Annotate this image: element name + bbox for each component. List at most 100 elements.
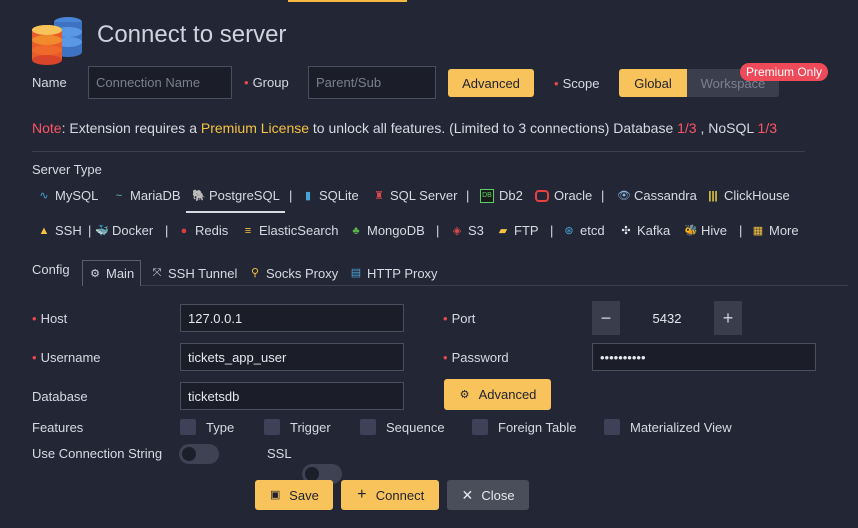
sqlite-icon: ▮ [304,189,312,202]
server-type-sqlite[interactable]: ▮ SQLite [302,188,359,203]
tab-separator: | [550,223,554,238]
plus-icon: + [357,486,367,503]
kafka-icon: ✣ [621,224,631,237]
server-type-more[interactable]: ▦ More [752,223,799,238]
oracle-icon [535,189,549,202]
feature-sequence-checkbox[interactable] [360,419,376,435]
server-type-clickhouse[interactable]: ||| ClickHouse [707,188,789,203]
feature-sequence-label: Sequence [386,420,445,435]
docker-icon: 🐳 [95,224,109,237]
server-type-ssh[interactable]: ▲ SSH [38,223,82,238]
tab-separator: | [88,223,92,238]
feature-type-checkbox[interactable] [180,419,196,435]
sqlserver-icon: ♜ [374,189,384,202]
server-type-oracle[interactable]: Oracle [535,188,592,203]
tab-separator: | [466,188,470,203]
database-advanced-button[interactable]: ⚙ Advanced [444,379,551,410]
redis-icon: ● [180,224,188,237]
group-label: • Group [244,75,289,90]
feature-materialized-view-label: Materialized View [630,420,732,435]
grid-icon: ▦ [752,224,764,237]
group-input[interactable]: Parent/Sub [308,66,436,99]
port-label: • Port [443,311,476,326]
name-label: Name [32,75,67,90]
premium-note: Note: Extension requires a Premium Licen… [32,120,778,136]
database-input[interactable]: ticketsdb [180,382,404,410]
server-type-db2[interactable]: DB Db2 [480,188,523,203]
connection-string-toggle[interactable] [179,444,219,464]
tab-separator: | [165,223,169,238]
tab-socks-proxy[interactable]: ⚲ Socks Proxy [243,260,344,286]
server-type-sqlserver[interactable]: ♜ SQL Server [373,188,457,203]
server-type-mysql[interactable]: ∿ MySQL [38,188,98,203]
mysql-icon: ∿ [39,189,49,202]
server-type-mariadb[interactable]: ~ MariaDB [113,188,181,203]
tunnel-icon: ⤧ [152,267,162,279]
feature-trigger-checkbox[interactable] [264,419,280,435]
top-accent-bar [288,0,407,2]
proxy-icon: ⚲ [250,267,260,279]
elasticsearch-icon: ≡ [244,224,252,237]
tab-main[interactable]: ⚙ Main [82,260,142,286]
server-type-kafka[interactable]: ✣ Kafka [620,223,670,238]
username-label: • Username [32,350,101,365]
tab-separator: | [739,223,743,238]
advanced-button[interactable]: Advanced [448,69,534,97]
server-type-ftp[interactable]: ▰ FTP [497,223,539,238]
save-icon: ▣ [269,489,281,501]
tab-separator: | [289,188,293,203]
s3-icon: ◈ [452,224,462,237]
mongodb-icon: ♣ [352,224,360,237]
port-input[interactable]: 5432 [620,301,714,335]
db2-icon: DB [480,188,494,203]
cassandra-icon: 👁 [617,189,631,202]
server-type-s3[interactable]: ◈ S3 [451,223,484,238]
scope-label: • Scope [554,76,600,91]
close-button[interactable]: ✕ Close [447,480,529,510]
server-type-etcd[interactable]: ⊛ etcd [563,223,604,238]
server-type-postgresql[interactable]: 🐘 PostgreSQL [192,188,280,203]
feature-materialized-view-checkbox[interactable] [604,419,620,435]
premium-license-link[interactable]: Premium License [201,120,309,136]
feature-foreign-table-label: Foreign Table [498,420,577,435]
clickhouse-icon: ||| [708,189,718,202]
connect-button[interactable]: + Connect [341,480,439,510]
server-type-elasticsearch[interactable]: ≡ ElasticSearch [242,223,339,238]
postgresql-icon: 🐘 [192,189,206,202]
ssl-label: SSL [267,446,292,461]
divider [32,151,805,152]
feature-foreign-table-checkbox[interactable] [472,419,488,435]
server-type-mongodb[interactable]: ♣ MongoDB [350,223,424,238]
host-input[interactable]: 127.0.0.1 [180,304,404,332]
server-type-redis[interactable]: ● Redis [178,223,229,238]
etcd-icon: ⊛ [564,224,574,237]
port-increment-button[interactable]: + [714,301,742,335]
tab-http-proxy[interactable]: ▤ HTTP Proxy [344,260,444,286]
gear-icon: ⚙ [459,388,470,401]
server-type-hive[interactable]: 🐝 Hive [684,223,727,238]
password-input[interactable]: •••••••••• [592,343,816,371]
ssh-icon: ▲ [38,224,50,237]
http-icon: ▤ [350,267,362,279]
feature-type-label: Type [206,420,235,435]
tab-separator: | [601,188,605,203]
server-type-label: Server Type [32,162,102,177]
gear-icon: ⚙ [90,267,100,280]
close-icon: ✕ [461,487,474,503]
server-type-cassandra[interactable]: 👁 Cassandra [617,188,697,203]
features-label: Features [32,420,84,435]
folder-icon: ▰ [498,224,508,237]
password-label: • Password [443,350,509,365]
tab-ssh-tunnel[interactable]: ⤧ SSH Tunnel [145,260,243,286]
scope-global-option[interactable]: Global [619,69,687,97]
premium-badge: Premium Only [740,63,829,81]
connection-name-input[interactable]: Connection Name [88,66,232,99]
port-decrement-button[interactable]: − [592,301,620,335]
hive-icon: 🐝 [684,224,698,237]
save-button[interactable]: ▣ Save [255,480,333,510]
host-label: • Host [32,311,68,326]
connection-string-label: Use Connection String [32,446,163,461]
server-type-docker[interactable]: 🐳 Docker [95,223,153,238]
page-title: Connect to server [97,21,287,48]
username-input[interactable]: tickets_app_user [180,343,404,371]
